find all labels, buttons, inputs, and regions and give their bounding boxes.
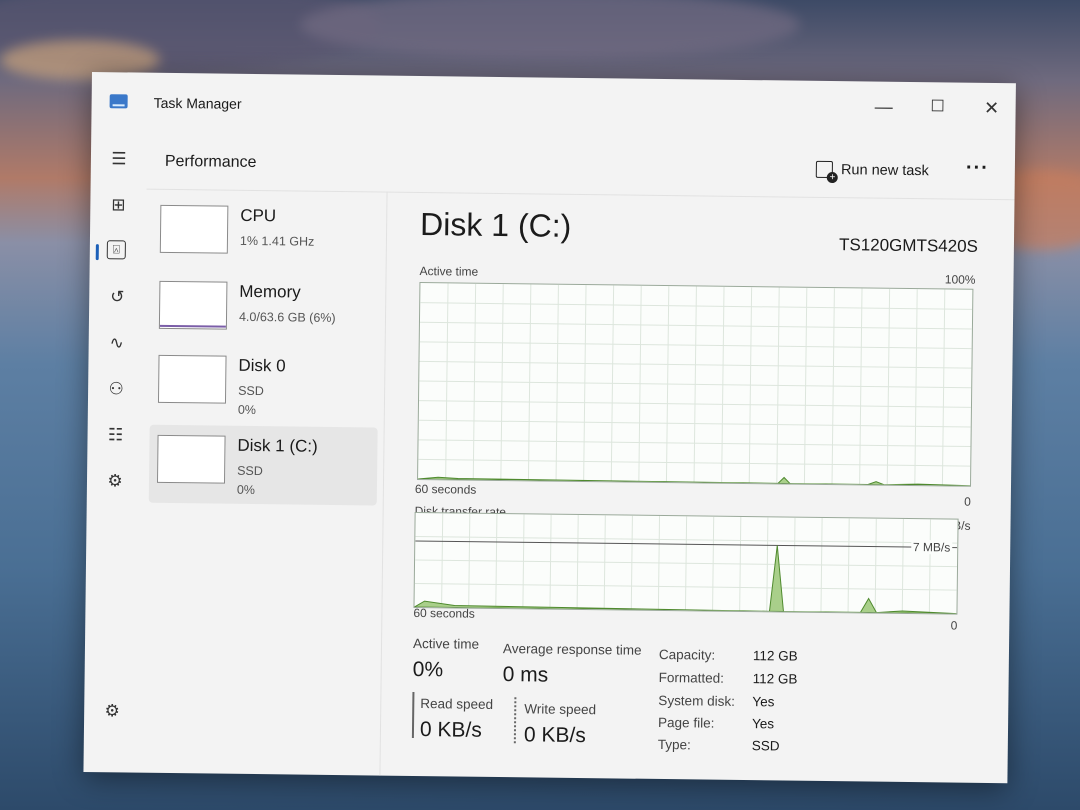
active-time-graph-label: Active time: [419, 264, 479, 279]
task-manager-app-icon: [109, 94, 128, 109]
active-time-graph-min: 0: [964, 494, 971, 509]
page-file-label: Page file:: [658, 714, 715, 731]
transfer-rate-graph-min: 0: [950, 618, 958, 633]
write-speed-legend-line: [513, 697, 517, 744]
disk-model: TS120GMTS420S: [838, 235, 979, 256]
minimize-button[interactable]: —: [863, 91, 903, 121]
transfer-rate-marker: 7 MB/s: [910, 540, 953, 555]
resource-detail: 1% 1.41 GHz: [239, 233, 315, 249]
resource-detail: SSD: [238, 383, 264, 399]
processes-icon[interactable]: ⊞: [107, 194, 129, 216]
close-button[interactable]: ✕: [971, 93, 1011, 123]
run-new-task-button[interactable]: Run new task: [815, 160, 929, 179]
transfer-rate-graph-svg: [414, 513, 958, 614]
active-time-graph-svg: [418, 283, 973, 486]
type-value: SSD: [751, 738, 780, 754]
disk-title: Disk 1 (C:): [419, 206, 572, 244]
run-new-task-label: Run new task: [840, 161, 929, 179]
resource-usage: 0%: [237, 402, 257, 418]
resource-name: CPU: [240, 205, 277, 226]
response-time-value: 0 ms: [502, 663, 549, 687]
page-title: Performance: [164, 152, 257, 172]
disk-0-thumbnail-graph: [157, 354, 227, 404]
capacity-value: 112 GB: [752, 648, 798, 664]
transfer-rate-graph: [413, 511, 959, 615]
startup-apps-icon[interactable]: ∿: [106, 332, 128, 354]
active-nav-indicator: [95, 244, 99, 261]
response-time-label: Average response time: [502, 641, 642, 658]
app-history-icon[interactable]: ↺: [106, 286, 128, 308]
formatted-label: Formatted:: [658, 669, 725, 686]
read-speed-value: 0 KB/s: [419, 718, 483, 742]
task-manager-window: Task Manager — ☐ ✕ ☰ ⊞ ⍓ ↺ ∿ ⚇ ☷ ⚙ ⚙ Per…: [83, 72, 1016, 784]
disk-1-thumbnail-graph: [156, 434, 226, 484]
read-speed-legend-line: [411, 691, 415, 738]
menu-icon[interactable]: ☰: [108, 148, 130, 170]
page-file-value: Yes: [751, 716, 775, 732]
cpu-thumbnail-graph: [159, 204, 229, 254]
active-time-value: 0%: [412, 657, 444, 682]
services-icon[interactable]: ⚙: [104, 470, 126, 492]
write-speed-value: 0 KB/s: [523, 723, 586, 748]
users-icon[interactable]: ⚇: [105, 378, 127, 400]
type-label: Type:: [657, 736, 691, 753]
settings-icon[interactable]: ⚙: [101, 700, 123, 722]
performance-icon[interactable]: ⍓: [106, 240, 126, 260]
more-options-button[interactable]: ···: [966, 157, 989, 180]
resource-item-memory[interactable]: Memory 4.0/63.6 GB (6%): [151, 271, 380, 352]
resource-name: Disk 0: [238, 355, 286, 376]
resource-name: Memory: [239, 281, 301, 302]
resource-usage: 0%: [236, 482, 256, 498]
active-time-graph: [417, 282, 974, 487]
resource-name: Disk 1 (C:): [237, 435, 318, 456]
resource-item-cpu[interactable]: CPU 1% 1.41 GHz: [152, 195, 381, 276]
active-time-graph-duration: 60 seconds: [414, 481, 477, 497]
read-speed-label: Read speed: [420, 696, 494, 712]
disk-detail-panel: Disk 1 (C:) TS120GMTS420S Active time 10…: [379, 192, 1014, 784]
run-task-icon: [815, 160, 834, 179]
resource-item-disk-0[interactable]: Disk 0 SSD 0%: [150, 345, 379, 426]
resource-list: CPU 1% 1.41 GHz Memory 4.0/63.6 GB (6%) …: [139, 188, 388, 776]
formatted-value: 112 GB: [752, 671, 798, 687]
memory-thumbnail-graph: [158, 280, 228, 330]
resource-item-disk-1[interactable]: Disk 1 (C:) SSD 0%: [148, 424, 378, 506]
background-cloud: [300, 0, 800, 60]
window-title: Task Manager: [153, 94, 242, 112]
sidebar-nav: ☰ ⊞ ⍓ ↺ ∿ ⚇ ☷ ⚙ ⚙: [83, 132, 147, 773]
write-speed-label: Write speed: [524, 701, 597, 718]
title-bar: Task Manager — ☐ ✕: [91, 72, 1016, 143]
system-disk-value: Yes: [752, 694, 775, 710]
capacity-label: Capacity:: [658, 646, 716, 663]
active-time-graph-max: 100%: [944, 272, 976, 287]
resource-detail: SSD: [237, 463, 263, 479]
details-icon[interactable]: ☷: [104, 424, 126, 446]
active-time-label: Active time: [412, 635, 480, 652]
maximize-button[interactable]: ☐: [917, 92, 957, 122]
system-disk-label: System disk:: [658, 692, 735, 709]
resource-detail: 4.0/63.6 GB (6%): [238, 309, 336, 325]
transfer-rate-graph-duration: 60 seconds: [413, 605, 475, 621]
